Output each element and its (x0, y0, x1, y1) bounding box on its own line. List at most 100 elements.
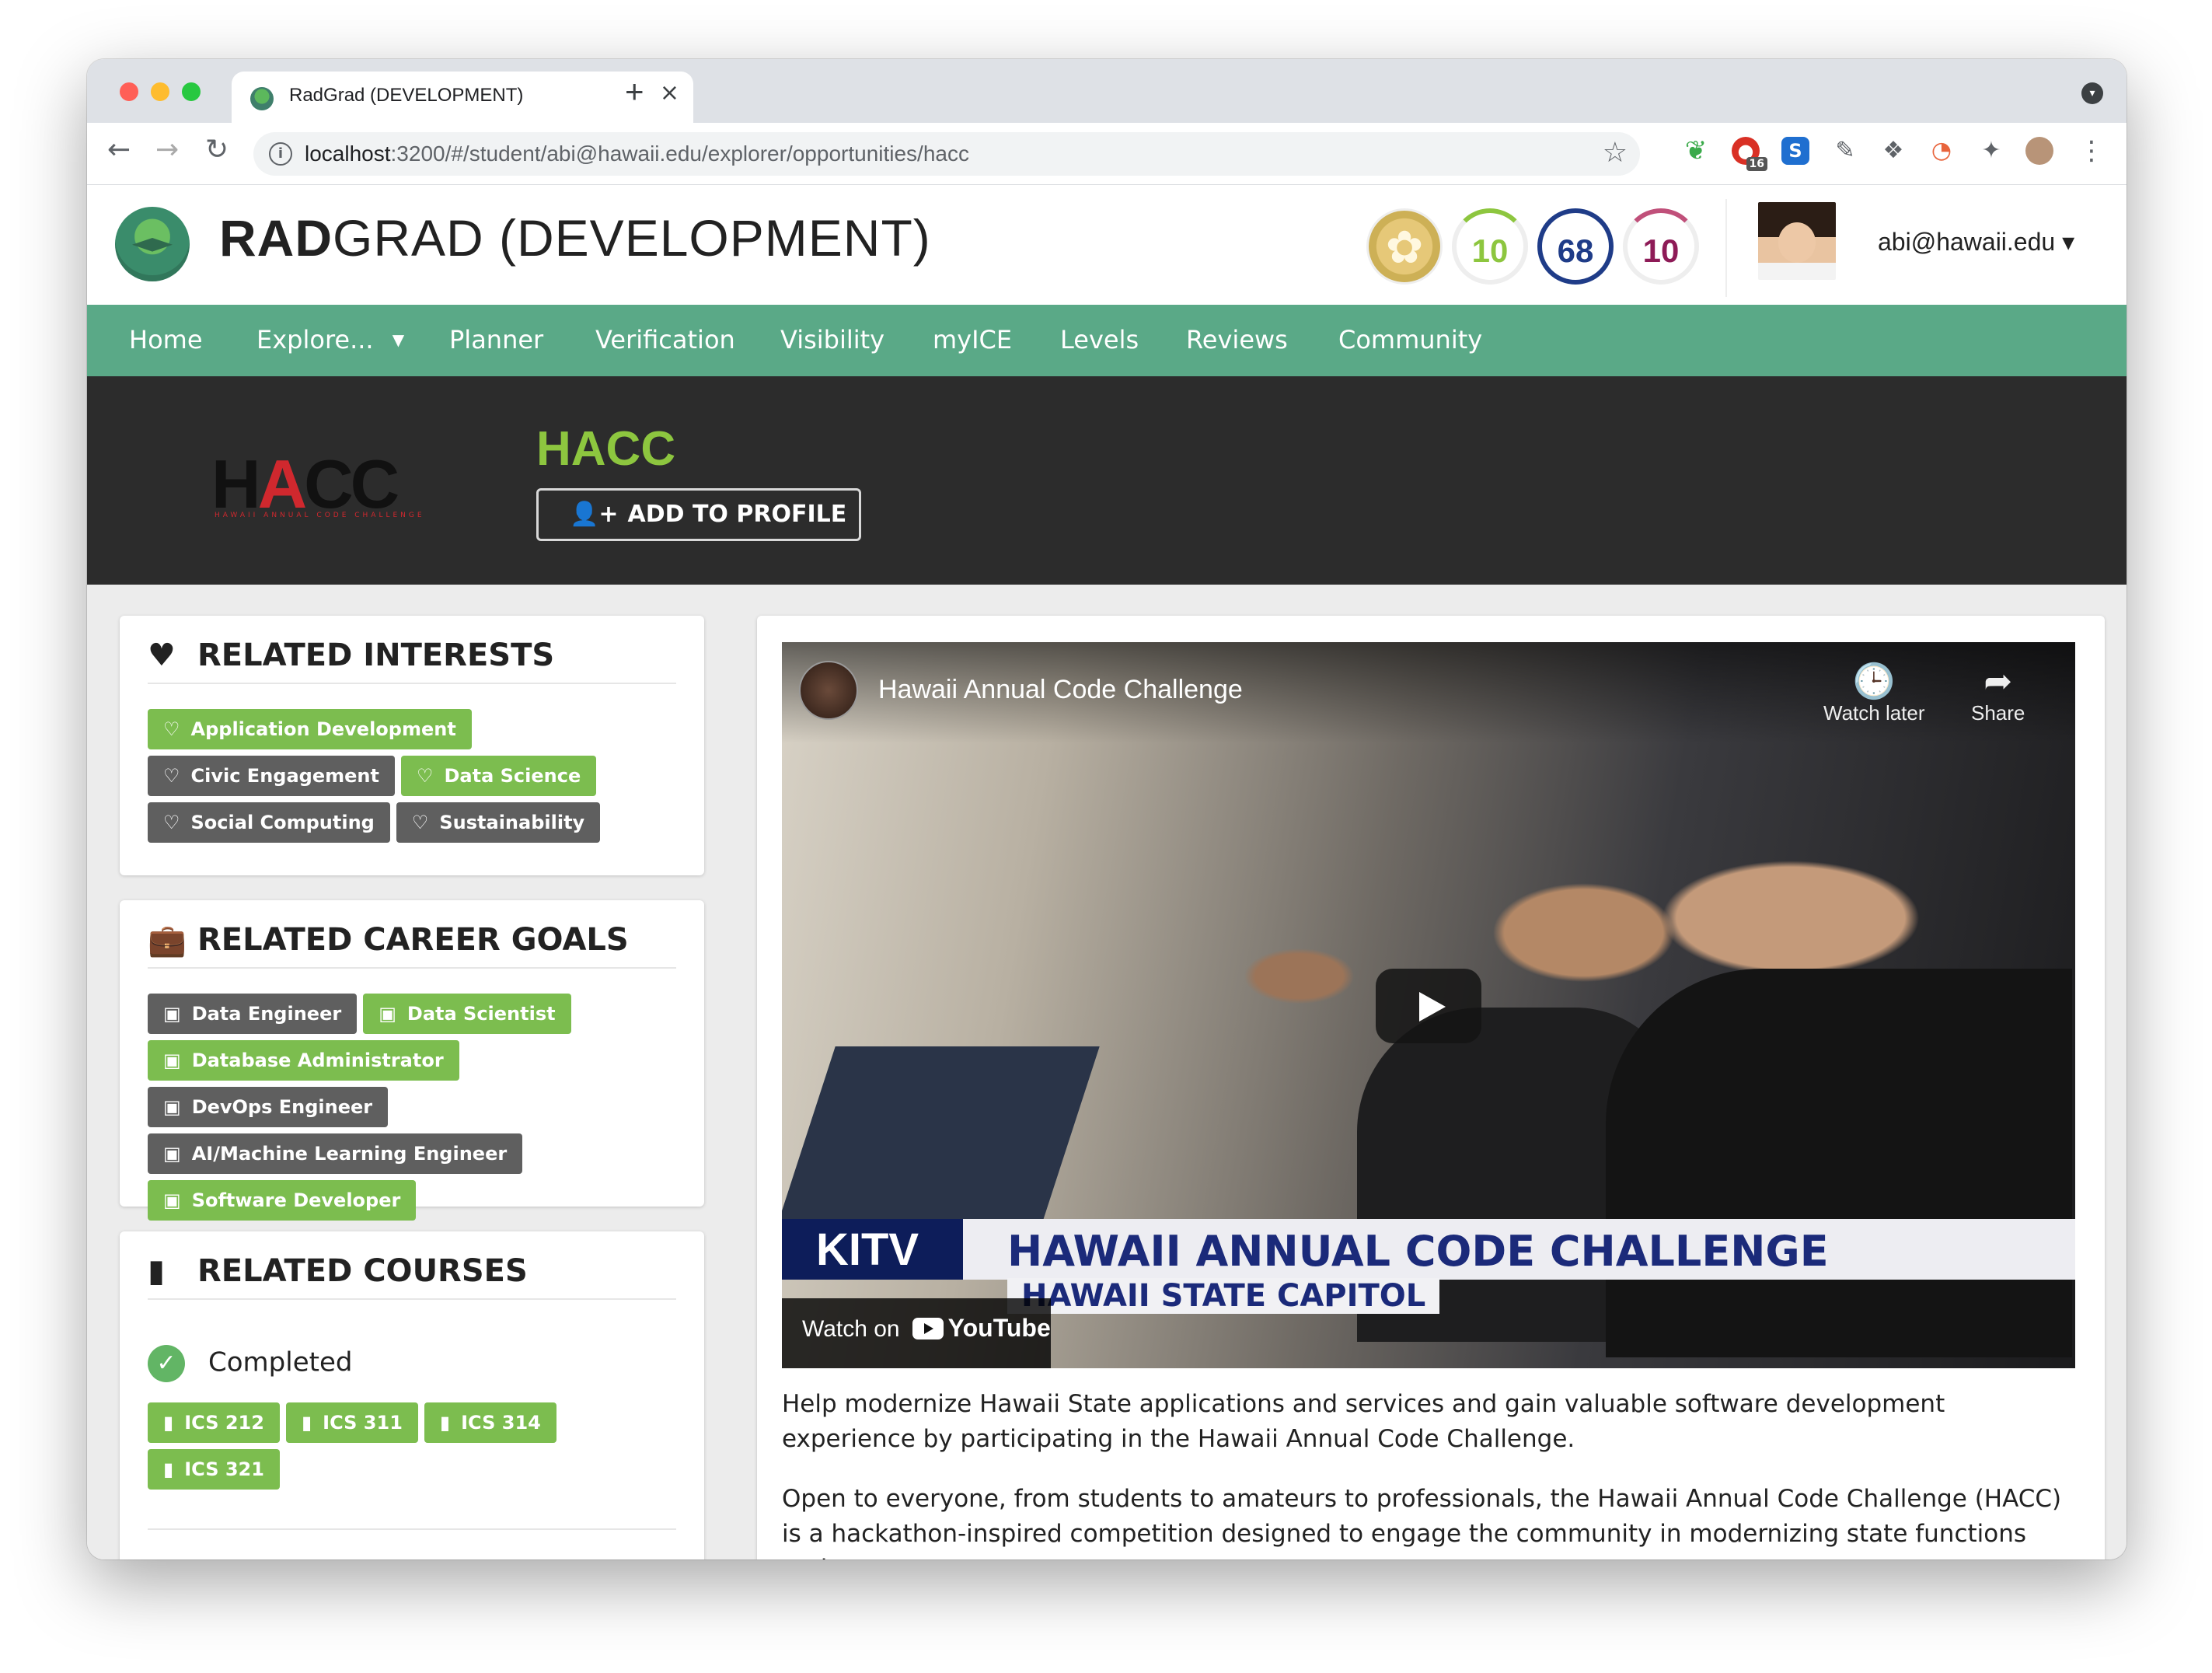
course-chip[interactable]: ▮ ICS 212 (148, 1402, 280, 1443)
career-goal-chip-label: Data Scientist (406, 1003, 556, 1025)
briefcase-icon: ▣ (163, 1003, 181, 1025)
browser-menu-icon[interactable]: ⋮ (2078, 135, 2105, 166)
eyedropper-extension-icon[interactable]: ✎ (1831, 137, 1859, 165)
share-button[interactable]: ➦ Share (1971, 662, 2025, 725)
nav-visibility[interactable]: Visibility (780, 325, 884, 355)
divider (148, 1298, 676, 1300)
watch-on-youtube-button[interactable]: Watch on YouTube (782, 1298, 1051, 1368)
interest-chip[interactable]: ♡ Sustainability (396, 802, 601, 843)
back-arrow-icon[interactable]: ← (107, 134, 131, 166)
book-icon: ▮ (439, 1412, 451, 1434)
interest-chip-label: Application Development (190, 718, 456, 740)
forward-arrow-icon[interactable]: → (155, 134, 179, 166)
briefcase-icon: ▣ (379, 1003, 396, 1025)
career-goal-chip-label: Software Developer (191, 1189, 401, 1211)
briefcase-icon: ▣ (163, 1050, 181, 1071)
dropbox-extension-icon[interactable]: ❖ (1879, 137, 1907, 165)
close-window-button[interactable] (120, 82, 138, 101)
interest-chip-label: Data Science (444, 765, 581, 787)
radgrad-favicon-icon (250, 87, 274, 110)
site-title[interactable]: RADGRAD (DEVELOPMENT) (219, 208, 931, 267)
career-goal-chip[interactable]: ▣ Software Developer (148, 1180, 417, 1221)
browser-window: RadGrad (DEVELOPMENT) × + ▾ ← → ↻ i loca… (87, 59, 2127, 1559)
career-goal-chip-label: DevOps Engineer (191, 1096, 373, 1118)
video-title[interactable]: Hawaii Annual Code Challenge (878, 675, 1243, 705)
innovation-score[interactable]: 10 (1452, 208, 1528, 285)
competency-score[interactable]: 68 (1537, 208, 1614, 285)
chevron-down-icon: ▼ (392, 330, 405, 349)
career-goal-list: ▣ Data Engineer ▣ Data Scientist ▣ Database A… (148, 994, 684, 1221)
nav-levels[interactable]: Levels (1060, 325, 1139, 355)
nav-explore[interactable]: Explore... ▼ (256, 325, 404, 355)
opportunity-title: HACC (536, 422, 676, 476)
minimize-window-button[interactable] (151, 82, 169, 101)
bookmark-star-icon[interactable]: ☆ (1603, 137, 1628, 169)
nav-reviews[interactable]: Reviews (1186, 325, 1288, 355)
close-tab-icon[interactable]: × (660, 79, 679, 107)
divider (148, 1528, 676, 1530)
site-info-icon[interactable]: i (269, 142, 292, 166)
tab-strip: RadGrad (DEVELOPMENT) × + ▾ (87, 59, 2127, 123)
course-chip[interactable]: ▮ ICS 311 (285, 1402, 418, 1443)
description-paragraph-1: Help modernize Hawaii State applications… (782, 1390, 1945, 1453)
interest-chip[interactable]: ♡ Social Computing (148, 802, 390, 843)
address-bar[interactable]: i localhost:3200/#/student/abi@hawaii.ed… (253, 132, 1640, 176)
news-headline: HAWAII ANNUAL CODE CHALLENGE (1007, 1227, 1829, 1276)
related-courses-card: ▮ RELATED COURSES ✓ Completed ▮ ICS 212 ▮ IC… (120, 1231, 704, 1559)
career-goal-chip[interactable]: ▣ Data Engineer (148, 994, 358, 1034)
honey-extension-icon[interactable]: ◔ (1928, 137, 1956, 165)
url-text[interactable]: localhost:3200/#/student/abi@hawaii.edu/… (305, 141, 969, 166)
radgrad-logo-icon[interactable] (115, 207, 190, 281)
course-chip[interactable]: ▮ ICS 314 (424, 1402, 556, 1443)
watch-later-button[interactable]: 🕒 Watch later (1823, 662, 1925, 725)
course-chip[interactable]: ▮ ICS 321 (148, 1449, 280, 1490)
nav-myice[interactable]: myICE (933, 325, 1012, 355)
browser-tab[interactable]: RadGrad (DEVELOPMENT) × (232, 72, 693, 123)
heart-outline-icon: ♡ (411, 812, 429, 833)
nav-verification[interactable]: Verification (595, 325, 735, 355)
interest-chip[interactable]: ♡ Application Development (148, 709, 472, 749)
check-circle-icon: ✓ (148, 1345, 185, 1382)
heart-icon: ♥ (148, 637, 176, 673)
youtube-play-icon (912, 1318, 944, 1339)
zoom-window-button[interactable] (182, 82, 201, 101)
interest-list: ♡ Application Development ♡ Civic Engagemen… (148, 709, 684, 843)
add-to-profile-button[interactable]: 👤+ ADD TO PROFILE (536, 488, 861, 541)
user-avatar[interactable] (1758, 202, 1836, 280)
lastpass-extension-icon[interactable]: ● 16 (1732, 137, 1767, 171)
interest-chip[interactable]: ♡ Civic Engagement (148, 756, 395, 796)
s-extension-icon[interactable]: S (1781, 137, 1809, 165)
nav-community[interactable]: Community (1338, 325, 1482, 355)
heart-outline-icon: ♡ (163, 812, 180, 833)
book-icon: ▮ (301, 1412, 312, 1434)
interest-chip-label: Sustainability (439, 812, 585, 833)
career-goal-chip[interactable]: ▣ AI/Machine Learning Engineer (148, 1133, 523, 1174)
career-goal-chip[interactable]: ▣ DevOps Engineer (148, 1087, 389, 1127)
briefcase-icon: ▣ (163, 1143, 181, 1165)
channel-avatar[interactable] (799, 661, 858, 720)
profile-avatar-icon[interactable] (2025, 137, 2053, 165)
reload-icon[interactable]: ↻ (205, 134, 229, 166)
play-button[interactable] (1376, 969, 1481, 1043)
site-header: RADGRAD (DEVELOPMENT) ✿ 10 68 10 abi@haw… (87, 185, 2127, 305)
career-goal-chip[interactable]: ▣ Data Scientist (363, 994, 571, 1034)
extensions-puzzle-icon[interactable]: ✦ (1977, 137, 2005, 165)
nav-planner[interactable]: Planner (449, 325, 543, 355)
user-menu[interactable]: abi@hawaii.edu ▾ (1878, 227, 2074, 257)
experience-score[interactable]: 10 (1623, 208, 1699, 285)
heart-outline-icon: ♡ (163, 718, 180, 740)
interest-chip[interactable]: ♡ Data Science (400, 756, 597, 796)
youtube-video-embed[interactable]: Hawaii Annual Code Challenge 🕒 Watch late… (782, 642, 2075, 1368)
new-tab-button[interactable]: + (625, 73, 644, 110)
heart-outline-icon: ♡ (163, 765, 180, 787)
book-icon: ▮ (163, 1458, 174, 1480)
related-interests-card: ♥ RELATED INTERESTS ♡ Application Develop… (120, 616, 704, 875)
nav-home[interactable]: Home (129, 325, 203, 355)
career-goal-chip[interactable]: ▣ Database Administrator (148, 1040, 459, 1081)
evernote-extension-icon[interactable]: ❦ (1682, 137, 1710, 165)
station-logo: KITV (816, 1224, 919, 1275)
tab-search-chevron-icon[interactable]: ▾ (2081, 82, 2103, 104)
share-arrow-icon: ➦ (1983, 662, 2013, 700)
ice-medal-icon[interactable]: ✿ (1366, 208, 1443, 285)
career-goal-chip-label: Data Engineer (191, 1003, 342, 1025)
